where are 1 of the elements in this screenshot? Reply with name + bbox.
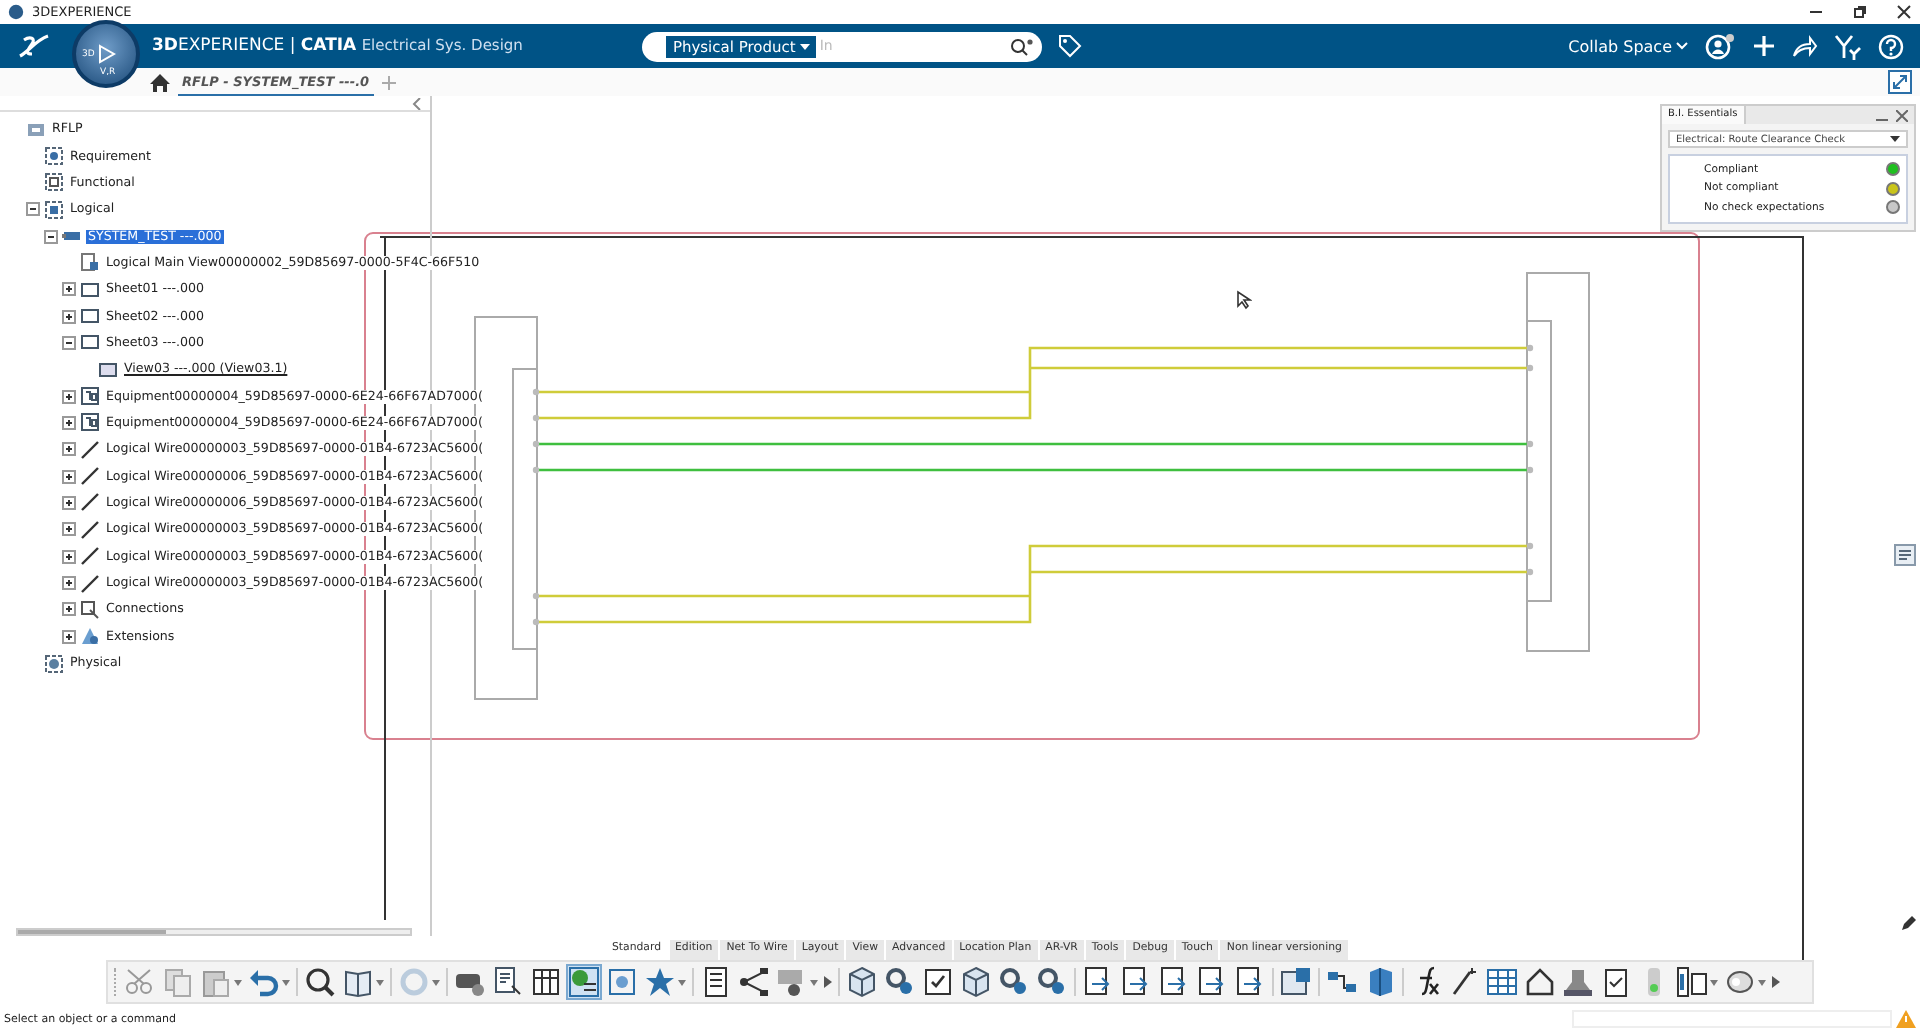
collab-space-menu[interactable]: Collab Space [1568, 37, 1672, 55]
